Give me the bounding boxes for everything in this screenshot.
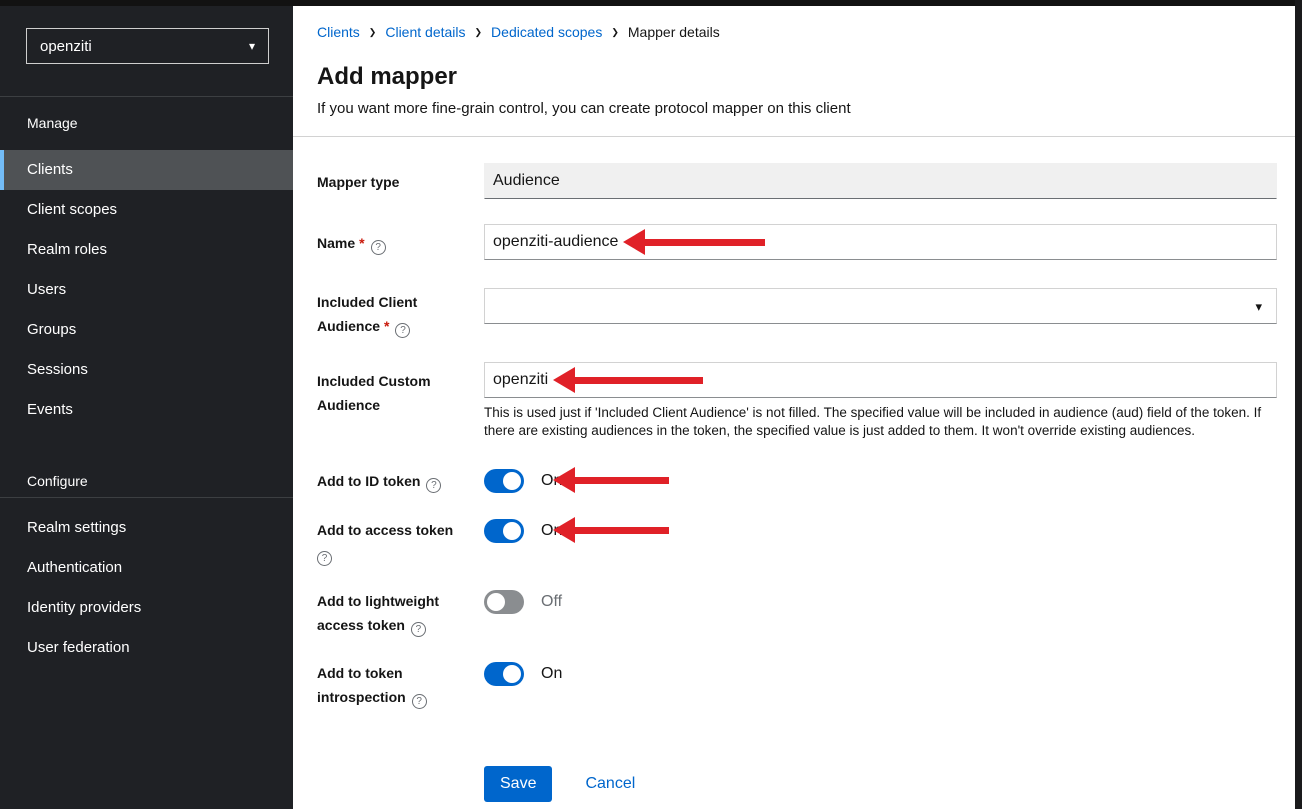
add-to-access-token-state: On: [541, 522, 562, 540]
help-icon[interactable]: ?: [412, 694, 427, 709]
sidebar-item-users[interactable]: Users: [0, 270, 293, 310]
add-to-access-token-toggle[interactable]: [484, 519, 524, 543]
toggle-knob: [503, 472, 521, 490]
sidebar: openziti ▾ Manage Clients Client scopes …: [0, 0, 293, 809]
realm-selector-value: openziti: [40, 38, 92, 55]
help-icon[interactable]: ?: [371, 240, 386, 255]
add-to-id-token-toggle[interactable]: [484, 469, 524, 493]
cancel-link[interactable]: Cancel: [585, 775, 635, 793]
required-asterisk: *: [384, 318, 389, 334]
mapper-type-input[interactable]: [484, 163, 1277, 199]
page-title: Add mapper: [317, 63, 457, 91]
included-custom-audience-input[interactable]: [484, 362, 1277, 398]
nav-group-title-configure: Configure: [27, 473, 88, 489]
sidebar-item-authentication[interactable]: Authentication: [0, 548, 293, 588]
add-to-id-token-label: Add to ID token?: [317, 472, 481, 493]
page-subtitle: If you want more fine-grain control, you…: [317, 100, 851, 117]
required-asterisk: *: [359, 235, 364, 251]
annotation-arrow-id-token: [553, 467, 669, 493]
mapper-type-label: Mapper type: [317, 173, 481, 191]
sidebar-item-events[interactable]: Events: [0, 390, 293, 430]
breadcrumb-clients[interactable]: Clients: [317, 24, 360, 40]
breadcrumb: Clients ❯ Client details ❯ Dedicated sco…: [317, 24, 720, 40]
add-to-token-introspection-label: Add to token introspection?: [317, 661, 481, 709]
breadcrumb-dedicated-scopes[interactable]: Dedicated scopes: [491, 24, 602, 40]
help-icon[interactable]: ?: [317, 551, 332, 566]
chevron-right-icon: ❯: [611, 27, 619, 38]
toggle-knob: [503, 665, 521, 683]
included-client-audience-select[interactable]: ▾: [484, 288, 1277, 324]
included-custom-audience-helper-text: This is used just if 'Included Client Au…: [484, 404, 1277, 439]
form-actions: Save Cancel: [484, 766, 635, 802]
sidebar-item-clients[interactable]: Clients: [0, 150, 293, 190]
caret-down-icon: ▾: [1255, 299, 1262, 315]
realm-selector[interactable]: openziti ▾: [26, 28, 269, 64]
add-to-id-token-state: On: [541, 472, 562, 490]
masthead-strip: [0, 0, 1302, 6]
sidebar-divider: [0, 96, 293, 97]
nav-group-title-manage: Manage: [27, 115, 78, 131]
nav-configure: Realm settings Authentication Identity p…: [0, 508, 293, 668]
sidebar-item-realm-settings[interactable]: Realm settings: [0, 508, 293, 548]
sidebar-item-client-scopes[interactable]: Client scopes: [0, 190, 293, 230]
sidebar-item-identity-providers[interactable]: Identity providers: [0, 588, 293, 628]
sidebar-item-realm-roles[interactable]: Realm roles: [0, 230, 293, 270]
caret-down-icon: ▾: [249, 39, 255, 53]
sidebar-divider: [0, 497, 293, 498]
help-icon[interactable]: ?: [411, 622, 426, 637]
included-custom-audience-label: Included Custom Audience: [317, 369, 481, 417]
save-button[interactable]: Save: [484, 766, 552, 802]
name-input[interactable]: [484, 224, 1277, 260]
breadcrumb-mapper-details: Mapper details: [628, 24, 720, 40]
nav-manage: Clients Client scopes Realm roles Users …: [0, 150, 293, 430]
main-content: Clients ❯ Client details ❯ Dedicated sco…: [293, 6, 1295, 809]
add-to-lightweight-access-token-state: Off: [541, 593, 562, 611]
add-to-lightweight-access-token-toggle[interactable]: [484, 590, 524, 614]
included-client-audience-label: Included Client Audience*?: [317, 290, 481, 338]
help-icon[interactable]: ?: [395, 323, 410, 338]
toggle-knob: [503, 522, 521, 540]
add-to-token-introspection-state: On: [541, 665, 562, 683]
chevron-right-icon: ❯: [369, 27, 377, 38]
help-icon[interactable]: ?: [426, 478, 441, 493]
sidebar-item-groups[interactable]: Groups: [0, 310, 293, 350]
chevron-right-icon: ❯: [475, 27, 483, 38]
annotation-arrow-access-token: [553, 517, 669, 543]
sidebar-item-sessions[interactable]: Sessions: [0, 350, 293, 390]
header-divider: [293, 136, 1295, 137]
page-scrollbar[interactable]: [1295, 0, 1302, 809]
toggle-knob: [487, 593, 505, 611]
sidebar-item-user-federation[interactable]: User federation: [0, 628, 293, 668]
add-to-lightweight-access-token-label: Add to lightweight access token?: [317, 589, 481, 637]
breadcrumb-client-details[interactable]: Client details: [385, 24, 465, 40]
name-label: Name*?: [317, 234, 481, 255]
add-to-access-token-label: Add to access token ?: [317, 518, 481, 566]
add-to-token-introspection-toggle[interactable]: [484, 662, 524, 686]
